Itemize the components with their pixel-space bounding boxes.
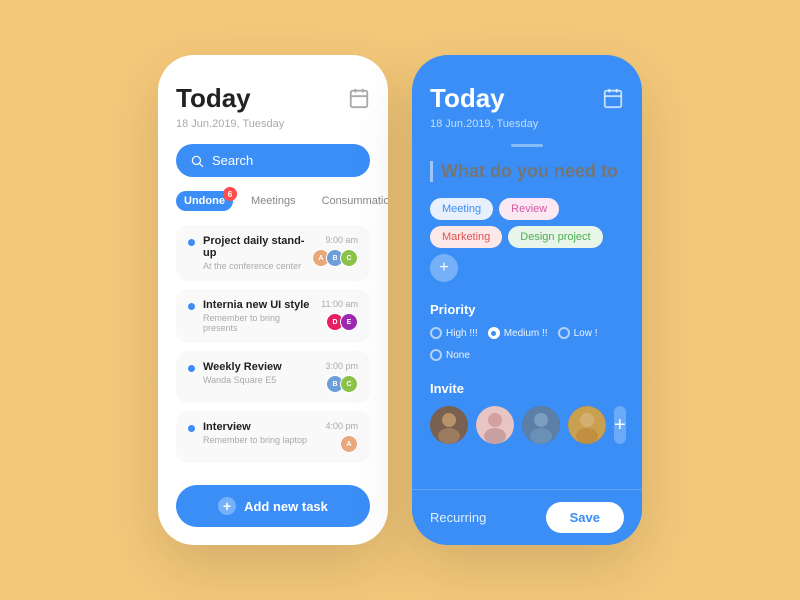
task-info: Weekly Review Wanda Square E5 <box>195 361 325 385</box>
priority-none[interactable]: None <box>430 349 470 361</box>
task-info: Internia new UI style Remember to bring … <box>195 299 321 333</box>
task-dot <box>188 425 195 432</box>
avatar: E <box>340 313 358 331</box>
priority-label: Priority <box>430 302 624 317</box>
phones-container: Today 18 Jun.2019, Tuesday Search Undone… <box>158 55 642 545</box>
search-bar[interactable]: Search <box>176 144 370 177</box>
radio-high <box>430 327 442 339</box>
table-row[interactable]: Interview Remember to bring laptop 4:00 … <box>176 411 370 463</box>
priority-low[interactable]: Low ! <box>558 327 598 339</box>
task-dot <box>188 239 195 246</box>
task-right: 3:00 pm B C <box>325 361 358 393</box>
calendar-icon <box>602 87 624 109</box>
invite-label: Invite <box>430 381 624 396</box>
task-right: 9:00 am A B C <box>316 235 358 267</box>
task-info: Interview Remember to bring laptop <box>195 421 325 445</box>
save-button[interactable]: Save <box>546 502 624 533</box>
invite-add-button[interactable]: + <box>614 406 626 444</box>
invite-avatar-4[interactable] <box>568 406 606 444</box>
add-tag-button[interactable]: + <box>430 254 458 282</box>
bottom-bar: Recurring Save <box>412 489 642 545</box>
invite-avatar-2[interactable] <box>476 406 514 444</box>
avatar: C <box>340 249 358 267</box>
task-sub: Wanda Square E5 <box>203 375 317 385</box>
task-time: 9:00 am <box>325 235 358 245</box>
priority-high[interactable]: High !!! <box>430 327 478 339</box>
table-row[interactable]: Internia new UI style Remember to bring … <box>176 289 370 343</box>
tag-meeting[interactable]: Meeting <box>430 198 493 220</box>
add-task-label: Add new task <box>244 499 328 514</box>
right-phone-header: Today <box>430 83 624 114</box>
task-avatars: A B C <box>316 249 358 267</box>
search-text: Search <box>212 153 253 168</box>
right-phone-title: Today <box>430 83 505 114</box>
task-info: Project daily stand-up At the conference… <box>195 235 316 271</box>
task-time: 4:00 pm <box>325 421 358 431</box>
new-task-input[interactable] <box>430 161 624 182</box>
task-right: 4:00 pm A <box>325 421 358 453</box>
task-right: 11:00 am D E <box>321 299 358 331</box>
tabs-row: Undone 6 Meetings Consummation <box>176 191 370 211</box>
task-time: 11:00 am <box>321 299 358 309</box>
left-phone: Today 18 Jun.2019, Tuesday Search Undone… <box>158 55 388 545</box>
table-row[interactable]: Project daily stand-up At the conference… <box>176 225 370 281</box>
left-phone-title: Today <box>176 83 251 114</box>
task-dot <box>188 303 195 310</box>
invite-avatars: + <box>430 406 624 444</box>
left-phone-content: Today 18 Jun.2019, Tuesday Search Undone… <box>158 55 388 471</box>
calendar-icon <box>348 87 370 109</box>
left-phone-date: 18 Jun.2019, Tuesday <box>176 118 370 130</box>
task-list: Project daily stand-up At the conference… <box>176 225 370 463</box>
avatar: A <box>340 435 358 453</box>
radio-none <box>430 349 442 361</box>
tab-badge: 6 <box>223 187 237 201</box>
task-name: Weekly Review <box>203 361 317 373</box>
tags-row: Meeting Review Marketing Design project … <box>430 198 624 282</box>
priority-medium[interactable]: Medium !! <box>488 327 548 339</box>
task-sub: At the conference center <box>203 261 308 271</box>
task-name: Internia new UI style <box>203 299 313 311</box>
tab-undone[interactable]: Undone 6 <box>176 191 233 211</box>
recurring-button[interactable]: Recurring <box>430 510 486 525</box>
task-name: Project daily stand-up <box>203 235 308 259</box>
task-avatars: A <box>344 435 358 453</box>
right-phone: Today 18 Jun.2019, Tuesday Meeting Revie… <box>412 55 642 545</box>
tag-marketing[interactable]: Marketing <box>430 226 502 248</box>
invite-avatar-3[interactable] <box>522 406 560 444</box>
task-avatars: D E <box>330 313 358 331</box>
avatar: C <box>340 375 358 393</box>
tab-meetings[interactable]: Meetings <box>243 191 304 211</box>
task-avatars: B C <box>330 375 358 393</box>
tag-review[interactable]: Review <box>499 198 559 220</box>
task-time: 3:00 pm <box>325 361 358 371</box>
drag-handle <box>511 144 543 147</box>
right-phone-content: Today 18 Jun.2019, Tuesday Meeting Revie… <box>412 55 642 489</box>
radio-medium <box>488 327 500 339</box>
table-row[interactable]: Weekly Review Wanda Square E5 3:00 pm B … <box>176 351 370 403</box>
tag-design[interactable]: Design project <box>508 226 602 248</box>
radio-low <box>558 327 570 339</box>
priority-row: High !!! Medium !! Low ! None <box>430 327 624 361</box>
left-phone-header: Today <box>176 83 370 114</box>
tab-consummation[interactable]: Consummation <box>314 191 388 211</box>
invite-avatar-1[interactable] <box>430 406 468 444</box>
right-phone-date: 18 Jun.2019, Tuesday <box>430 118 624 130</box>
task-sub: Remember to bring presents <box>203 313 313 333</box>
task-dot <box>188 365 195 372</box>
task-name: Interview <box>203 421 317 433</box>
search-icon <box>190 154 204 168</box>
radio-inner <box>491 331 496 336</box>
plus-icon: + <box>218 497 236 515</box>
add-task-button[interactable]: + Add new task <box>176 485 370 527</box>
task-sub: Remember to bring laptop <box>203 435 317 445</box>
